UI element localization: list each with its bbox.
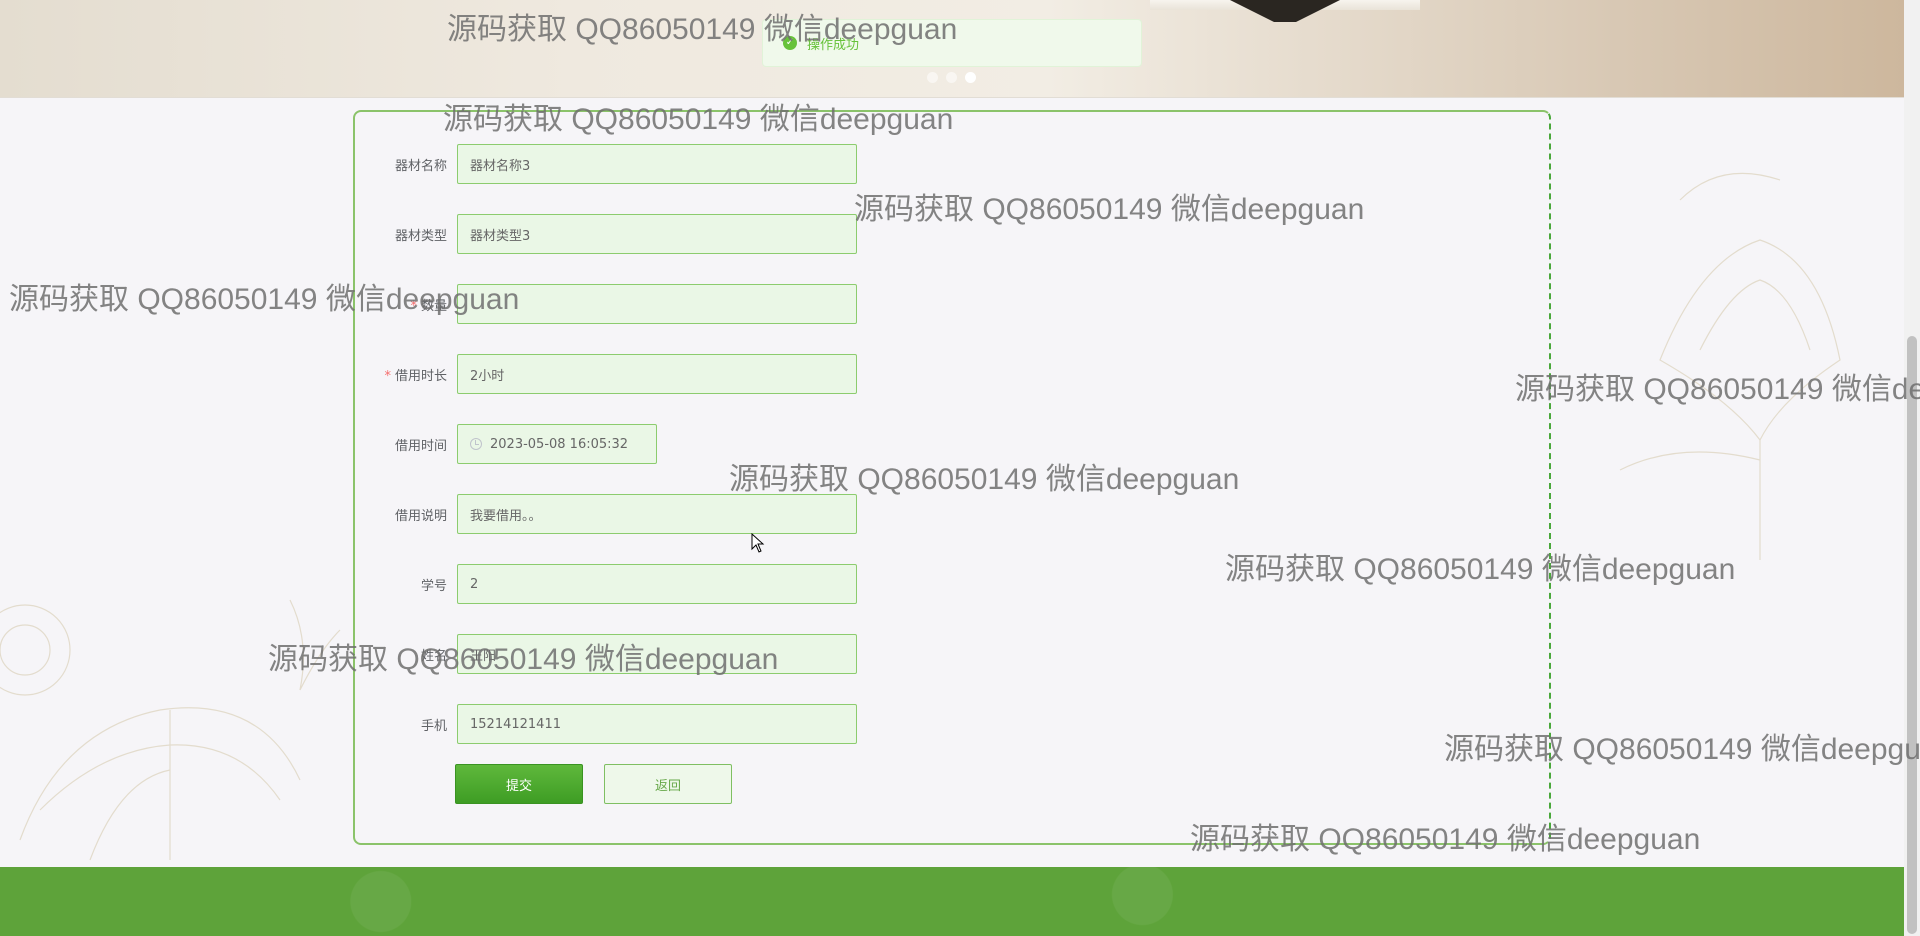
- scrollbar-thumb[interactable]: [1907, 336, 1917, 934]
- equipment-type-input[interactable]: 器材类型3: [457, 214, 857, 254]
- carousel-indicators: [927, 72, 976, 83]
- field-label: * 数量: [410, 298, 447, 314]
- form-row-phone: 手机 15214121411: [355, 704, 857, 744]
- required-mark: *: [384, 368, 391, 384]
- field-label: 手机: [420, 718, 447, 734]
- lotus-decoration-right: [1619, 172, 1841, 560]
- borrow-time-value: 2023-05-08 16:05:32: [490, 436, 629, 452]
- carousel-dot-active[interactable]: [965, 72, 976, 83]
- field-label: 借用说明: [394, 508, 447, 524]
- form-row-name: 姓名 王阳: [355, 634, 857, 674]
- watermark: 源码获取 QQ86050149 微信deepguan: [1515, 373, 1920, 406]
- submit-button[interactable]: 提交: [455, 764, 583, 804]
- description-input[interactable]: 我要借用。。: [457, 494, 857, 534]
- form-row-quantity: * 数量: [355, 284, 857, 324]
- borrow-form: 器材名称 器材名称3 器材类型 器材类型3 * 数量 * 借用时长 2小时 借用时间…: [353, 110, 1551, 845]
- student-id-input[interactable]: 2: [457, 564, 857, 604]
- equipment-name-input[interactable]: 器材名称3: [457, 144, 857, 184]
- phone-input[interactable]: 15214121411: [457, 704, 857, 744]
- toast-message: 操作成功: [807, 37, 860, 53]
- field-label: 借用时间: [394, 438, 447, 454]
- required-mark: *: [410, 298, 417, 314]
- field-label: 姓名: [420, 648, 447, 664]
- quantity-input[interactable]: [457, 284, 857, 324]
- borrow-time-picker[interactable]: 2023-05-08 16:05:32: [457, 424, 657, 464]
- name-input[interactable]: 王阳: [457, 634, 857, 674]
- duration-input[interactable]: 2小时: [457, 354, 857, 394]
- field-label: 器材名称: [394, 158, 447, 174]
- carousel-dot[interactable]: [927, 72, 938, 83]
- form-row-borrow-time: 借用时间 2023-05-08 16:05:32: [355, 424, 657, 464]
- back-button[interactable]: 返回: [604, 764, 732, 804]
- clock-icon: [470, 438, 482, 450]
- page-footer: [0, 867, 1904, 936]
- success-toast: ✓ 操作成功: [762, 19, 1142, 67]
- field-label: * 借用时长: [384, 368, 447, 384]
- field-label: 学号: [420, 578, 447, 594]
- page-scrollbar[interactable]: [1904, 0, 1920, 936]
- form-row-student-id: 学号 2: [355, 564, 857, 604]
- form-row-description: 借用说明 我要借用。。: [355, 494, 857, 534]
- form-row-equipment-type: 器材类型 器材类型3: [355, 214, 857, 254]
- form-row-duration: * 借用时长 2小时: [355, 354, 857, 394]
- lotus-decoration-left: [0, 599, 341, 861]
- form-row-equipment-name: 器材名称 器材名称3: [355, 144, 857, 184]
- field-label: 器材类型: [394, 228, 447, 244]
- check-circle-icon: ✓: [783, 36, 797, 50]
- banner-book-shadow: [1230, 0, 1340, 22]
- carousel-dot[interactable]: [946, 72, 957, 83]
